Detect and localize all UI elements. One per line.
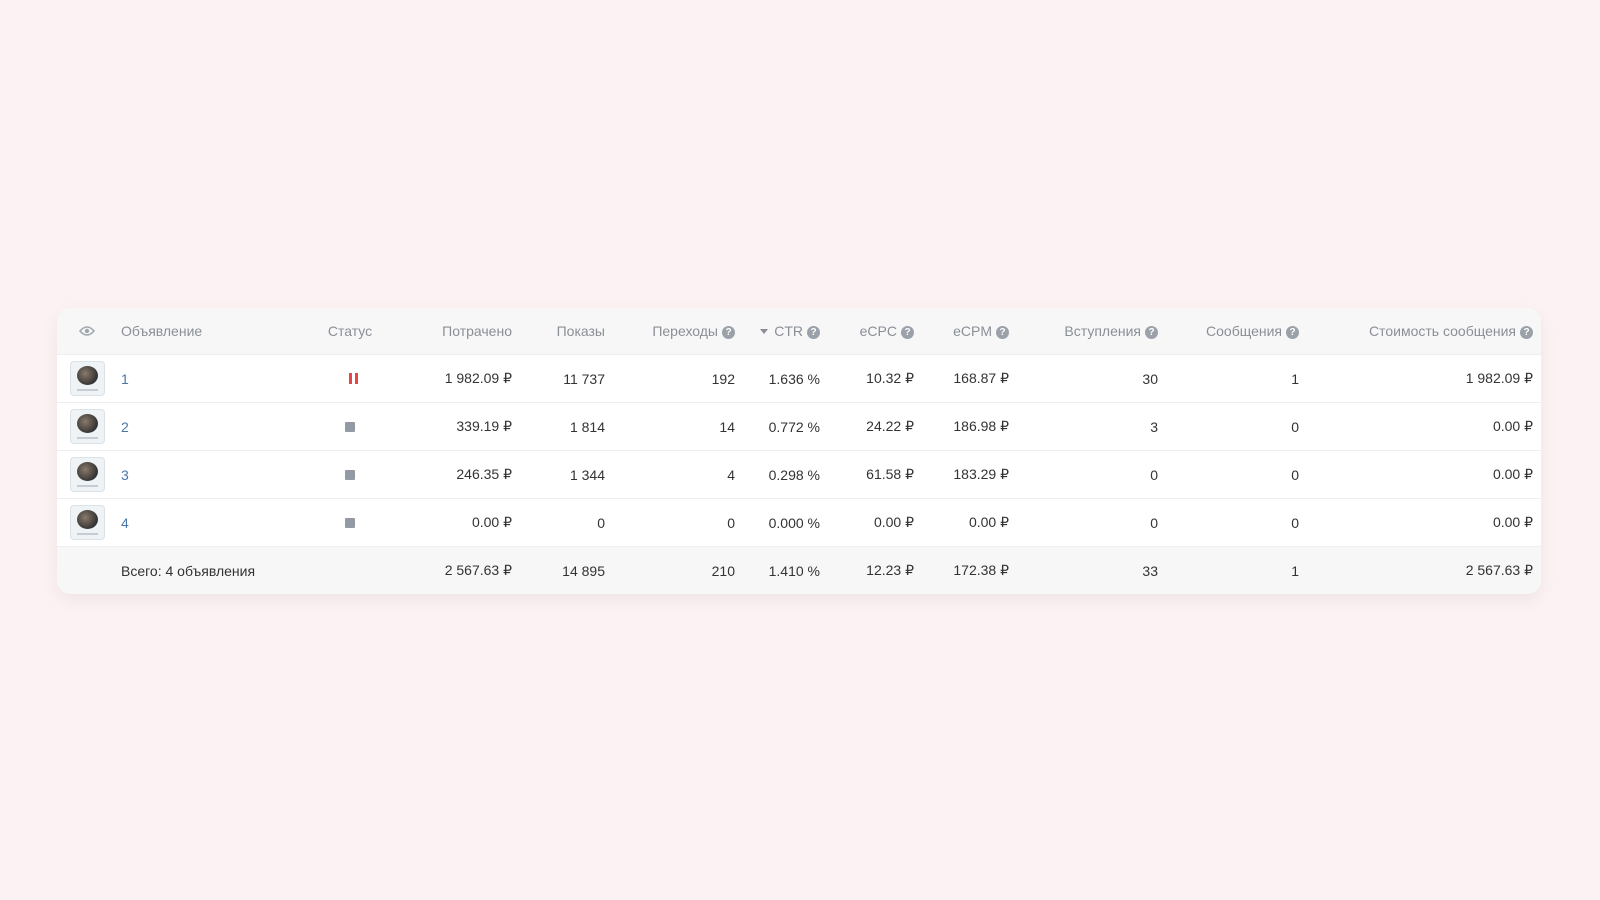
col-impressions[interactable]: Показы: [520, 308, 613, 355]
cell-joins: 3: [1017, 403, 1166, 451]
total-label: Всего: 4 объявления: [117, 547, 380, 595]
total-joins: 33: [1017, 547, 1166, 595]
ad-image: [70, 409, 105, 444]
cell-clicks: 192: [613, 355, 743, 403]
cell-ecpm: 186.98 ₽: [922, 403, 1017, 451]
stop-icon[interactable]: [345, 422, 355, 432]
col-status[interactable]: Статус: [320, 308, 380, 355]
ad-image: [70, 361, 105, 396]
table-row: 2339.19 ₽1 814140.772 %24.22 ₽186.98 ₽30…: [57, 403, 1541, 451]
total-ecpm: 172.38 ₽: [922, 547, 1017, 595]
cell-spent: 339.19 ₽: [380, 403, 520, 451]
column-visibility-button[interactable]: [57, 308, 117, 355]
help-icon[interactable]: ?: [996, 326, 1009, 339]
total-messages: 1: [1166, 547, 1307, 595]
col-ad[interactable]: Объявление: [117, 308, 320, 355]
total-spent: 2 567.63 ₽: [380, 547, 520, 595]
cell-message-cost: 0.00 ₽: [1307, 499, 1541, 547]
cell-impressions: 1 814: [520, 403, 613, 451]
help-icon[interactable]: ?: [722, 326, 735, 339]
col-messages[interactable]: Сообщения?: [1166, 308, 1307, 355]
cell-spent: 0.00 ₽: [380, 499, 520, 547]
status-cell[interactable]: [320, 403, 380, 451]
cell-ecpc: 61.58 ₽: [828, 451, 922, 499]
ad-image: [70, 505, 105, 540]
cell-clicks: 14: [613, 403, 743, 451]
ad-thumbnail[interactable]: [57, 403, 117, 451]
help-icon[interactable]: ?: [1520, 326, 1533, 339]
cell-spent: 246.35 ₽: [380, 451, 520, 499]
col-clicks[interactable]: Переходы?: [613, 308, 743, 355]
cell-ctr: 0.000 %: [743, 499, 828, 547]
total-impressions: 14 895: [520, 547, 613, 595]
cell-impressions: 11 737: [520, 355, 613, 403]
cell-impressions: 0: [520, 499, 613, 547]
cell-spent: 1 982.09 ₽: [380, 355, 520, 403]
ad-thumbnail[interactable]: [57, 451, 117, 499]
ad-thumbnail[interactable]: [57, 355, 117, 403]
cell-ctr: 0.772 %: [743, 403, 828, 451]
total-row: Всего: 4 объявления2 567.63 ₽14 8952101.…: [57, 547, 1541, 595]
col-spent[interactable]: Потрачено: [380, 308, 520, 355]
col-ecpc[interactable]: eCPC?: [828, 308, 922, 355]
total-ctr: 1.410 %: [743, 547, 828, 595]
table-row: 11 982.09 ₽11 7371921.636 %10.32 ₽168.87…: [57, 355, 1541, 403]
col-ecpm[interactable]: eCPM?: [922, 308, 1017, 355]
ad-link[interactable]: 4: [121, 515, 129, 531]
cell-ctr: 1.636 %: [743, 355, 828, 403]
col-message-cost[interactable]: Стоимость сообщения?: [1307, 308, 1541, 355]
stop-icon[interactable]: [345, 470, 355, 480]
cell-clicks: 0: [613, 499, 743, 547]
ads-stats-table: Объявление Статус Потрачено Показы Перех…: [57, 308, 1541, 594]
help-icon[interactable]: ?: [901, 326, 914, 339]
total-clicks: 210: [613, 547, 743, 595]
cell-impressions: 1 344: [520, 451, 613, 499]
cell-clicks: 4: [613, 451, 743, 499]
help-icon[interactable]: ?: [807, 326, 820, 339]
ad-image: [70, 457, 105, 492]
col-joins[interactable]: Вступления?: [1017, 308, 1166, 355]
eye-icon: [79, 326, 95, 336]
ad-thumbnail[interactable]: [57, 499, 117, 547]
ads-stats-card: Объявление Статус Потрачено Показы Перех…: [57, 308, 1541, 594]
table-row: 40.00 ₽000.000 %0.00 ₽0.00 ₽000.00 ₽: [57, 499, 1541, 547]
help-icon[interactable]: ?: [1145, 326, 1158, 339]
cell-messages: 0: [1166, 451, 1307, 499]
cell-joins: 0: [1017, 499, 1166, 547]
header-row: Объявление Статус Потрачено Показы Перех…: [57, 308, 1541, 355]
col-ctr[interactable]: CTR?: [743, 308, 828, 355]
total-message-cost: 2 567.63 ₽: [1307, 547, 1541, 595]
cell-ecpc: 10.32 ₽: [828, 355, 922, 403]
cell-message-cost: 0.00 ₽: [1307, 403, 1541, 451]
cell-joins: 30: [1017, 355, 1166, 403]
status-cell[interactable]: [320, 355, 380, 403]
cell-ecpm: 183.29 ₽: [922, 451, 1017, 499]
status-cell[interactable]: [320, 451, 380, 499]
table-row: 3246.35 ₽1 34440.298 %61.58 ₽183.29 ₽000…: [57, 451, 1541, 499]
cell-messages: 1: [1166, 355, 1307, 403]
sort-desc-icon: [760, 329, 768, 334]
cell-messages: 0: [1166, 499, 1307, 547]
cell-ecpc: 24.22 ₽: [828, 403, 922, 451]
cell-message-cost: 0.00 ₽: [1307, 451, 1541, 499]
ad-link[interactable]: 3: [121, 467, 129, 483]
cell-ecpm: 168.87 ₽: [922, 355, 1017, 403]
ad-link[interactable]: 2: [121, 419, 129, 435]
cell-messages: 0: [1166, 403, 1307, 451]
total-ecpc: 12.23 ₽: [828, 547, 922, 595]
cell-ctr: 0.298 %: [743, 451, 828, 499]
cell-ecpm: 0.00 ₽: [922, 499, 1017, 547]
help-icon[interactable]: ?: [1286, 326, 1299, 339]
cell-message-cost: 1 982.09 ₽: [1307, 355, 1541, 403]
ad-link[interactable]: 1: [121, 371, 129, 387]
cell-joins: 0: [1017, 451, 1166, 499]
cell-ecpc: 0.00 ₽: [828, 499, 922, 547]
pause-icon[interactable]: [343, 371, 358, 387]
status-cell[interactable]: [320, 499, 380, 547]
stop-icon[interactable]: [345, 518, 355, 528]
